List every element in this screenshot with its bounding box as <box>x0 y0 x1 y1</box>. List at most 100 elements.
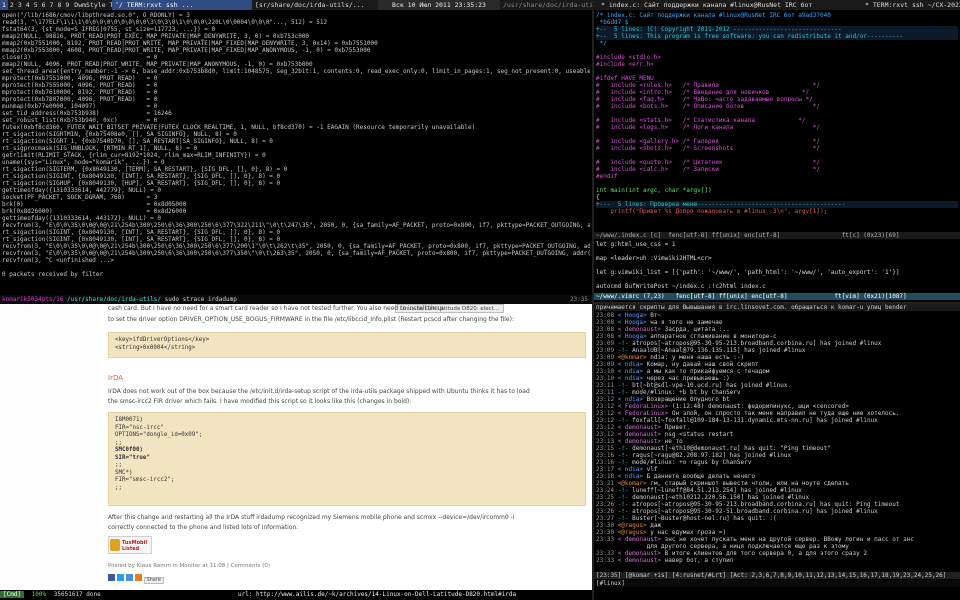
tuxmobil-badge[interactable]: TuxMobil Listed <box>108 536 152 554</box>
delicious-icon[interactable] <box>125 574 133 581</box>
message-time: 23:11 <box>596 382 615 389</box>
message-time: 23:18 <box>596 473 615 480</box>
message-nick[interactable]: < ndia> <box>618 473 643 480</box>
code-block-plist: <key>ifdDriverOptions</key> <string>0x00… <box>108 332 586 358</box>
code-line: ;; <box>115 484 122 491</box>
message-nick[interactable]: < Hooga> <box>618 319 647 326</box>
strace-line: recvfrom(3, ^C <unfinished ...> <box>2 257 114 264</box>
message-time: 23:17 <box>596 466 615 473</box>
task-irda-utils[interactable]: /usr/share/doc/irda-utils <box>500 0 594 10</box>
task-terminal-active[interactable]: ’/ TERM:rxvt ssh ... <box>112 0 252 10</box>
article-content: cash card. But I have no need for a smar… <box>108 304 586 590</box>
irc-message: 23:08 < Hooga> на я того не замечае <box>596 319 958 326</box>
strace-line: set_thread_area({entry_number:-1 -> 6, b… <box>2 68 590 75</box>
tag-2[interactable]: 2 <box>8 0 16 10</box>
message-nick[interactable]: -!- <box>618 417 629 424</box>
message-nick[interactable]: -!- <box>618 487 629 494</box>
message-time: 23:26 <box>596 508 615 515</box>
message-nick[interactable]: -!- <box>618 382 629 389</box>
message-nick[interactable]: -!- <box>618 347 629 354</box>
message-text: Buster[~Buster@host-nel.ru] has quit: :( <box>628 515 777 522</box>
tag-1[interactable]: 1 <box>0 0 8 10</box>
paragraph-smartcard-1: cash card. But I have no need for a smar… <box>108 305 444 312</box>
facebook-icon[interactable] <box>108 574 115 581</box>
tag-5[interactable]: 5 <box>32 0 40 10</box>
shell-prompt[interactable]: komarik5034pts/16 /usr/share/doc/irda-ut… <box>0 295 592 304</box>
vim-editor[interactable]: /* index.c: Сайт поддержки канала #linux… <box>594 10 960 302</box>
message-nick[interactable]: < FedoraLinux> <box>618 410 669 417</box>
message-nick[interactable]: -!- <box>618 508 629 515</box>
message-nick[interactable]: -!- <box>618 501 629 508</box>
message-nick[interactable]: -!- <box>618 445 629 452</box>
irc-message: 23:12 < demonaust> Привет. <box>596 424 958 431</box>
task-irda-docs[interactable]: [sr/share/doc/irda-utils/... <box>252 0 378 10</box>
message-nick[interactable]: < demonaust> <box>618 438 661 445</box>
task-term-komar[interactable]: * TERM:rxvt ssh ~/CX-2023/komar <box>862 0 960 10</box>
vim-buffer-vimrc[interactable]: let g:html_use_css = 1 map <leader>uh :Vi… <box>596 241 958 290</box>
message-text: В итоге клиентов для того сервера 0, а д… <box>661 550 867 557</box>
message-time: 23:30 <box>596 522 615 529</box>
irc-input-line[interactable]: [#linux] <box>594 580 960 587</box>
message-nick[interactable]: -!- <box>618 389 629 396</box>
message-nick[interactable]: < ndia> <box>618 361 643 368</box>
vim-line <box>596 262 958 269</box>
message-time: 23:08 <box>596 319 615 326</box>
message-time: 23:09 <box>596 347 615 354</box>
message-nick[interactable]: -!- <box>618 494 629 501</box>
message-nick[interactable]: < demonaust> <box>618 326 661 333</box>
twitter-icon[interactable] <box>116 574 124 581</box>
paragraph-irda-2: the smsc-ircc2 FIR driver which fails. I… <box>108 398 412 405</box>
strace-line: close(3) = 0 <box>2 54 158 61</box>
browser-window[interactable]: Linux on Dell Latitude D820: elect... ca… <box>0 304 592 590</box>
irc-message: 23:10 < ndia> через час привыкаешь :) <box>596 375 958 382</box>
message-time: 23:08 <box>596 333 615 340</box>
message-nick[interactable]: < ndia> <box>618 466 643 473</box>
tag-6[interactable]: 6 <box>40 0 48 10</box>
strace-line: rt_sigaction(SIGINT, {0x8049130, [INT], … <box>2 173 281 180</box>
message-nick[interactable]: < Hooga> <box>618 333 647 340</box>
irc-message: 23:16 -!- mode/#linux: +o ragus by ChanS… <box>596 459 958 466</box>
message-nick[interactable]: < FedoraLinux> <box>618 403 669 410</box>
irc-message: 23:09 -!- atropos[~atropos@95-30-95-213.… <box>596 340 958 347</box>
message-nick[interactable]: <@komar> <box>618 354 647 361</box>
message-nick[interactable]: < demonaust> <box>618 424 661 431</box>
tag-3[interactable]: 3 <box>16 0 24 10</box>
message-nick[interactable]: -!- <box>618 340 629 347</box>
tag-4[interactable]: 4 <box>24 0 32 10</box>
message-text: foxfall[~foxfall@109-184-13-131.dynamic.… <box>628 417 878 424</box>
tag-9[interactable]: 9 <box>63 0 71 10</box>
message-nick[interactable]: <@ragus> <box>618 529 647 536</box>
vim-line: # include <bots.h> /* Описание ботов */ <box>596 103 820 110</box>
digg-icon[interactable] <box>134 574 142 581</box>
message-nick[interactable]: -!- <box>618 515 629 522</box>
message-nick[interactable]: <@ragus> <box>618 522 647 529</box>
message-nick[interactable]: < demonaust> <box>618 536 661 543</box>
message-nick[interactable]: < ndia> <box>618 375 643 382</box>
message-nick[interactable]: -!- <box>618 459 629 466</box>
message-nick[interactable]: -!- <box>618 452 629 459</box>
strace-line: brk(0x8d26000) = 0x8d26000 <box>2 208 187 215</box>
strace-line: mmap2(NULL, 98816, PROT_READ|PROT_EXEC, … <box>2 33 310 40</box>
tag-7[interactable]: 7 <box>48 0 56 10</box>
vim-buffer-index[interactable]: /* index.c: Сайт поддержки канала #linux… <box>596 12 958 222</box>
message-nick[interactable]: < demonaust> <box>618 557 661 564</box>
message-nick[interactable]: < ndia> <box>618 396 643 403</box>
message-nick[interactable]: < Hooga> <box>618 312 647 319</box>
task-vim-index[interactable]: * index.c: Сайт поддержки канала #linux@… <box>598 0 860 10</box>
code-line: ;; <box>115 439 122 446</box>
message-nick[interactable]: < demonaust> <box>618 550 661 557</box>
message-nick[interactable]: < ndia> <box>618 368 643 375</box>
message-nick[interactable]: < demonaust> <box>618 431 661 438</box>
share-bar[interactable]: Share <box>108 574 164 584</box>
strace-terminal[interactable]: open("/lib/i686/cmov/libpthread.so.0", O… <box>0 10 592 304</box>
share-button[interactable]: Share <box>143 577 164 584</box>
tag-8[interactable]: 8 <box>55 0 63 10</box>
vim-line <box>596 47 958 54</box>
vim-line: #include <stdio.h> <box>596 54 662 61</box>
current-url[interactable]: url: http://www.ailis.de/~k/archives/14-… <box>238 590 516 600</box>
load-status: 35651617 done <box>53 591 101 598</box>
message-time: 23:12 <box>596 403 615 410</box>
strace-line: uname({sys="Linux", node="komarik", ...}… <box>2 159 165 166</box>
irc-client[interactable]: причемается скрипты для Вывышания в irc.… <box>594 304 960 590</box>
message-nick[interactable]: <@komar> <box>618 480 647 487</box>
